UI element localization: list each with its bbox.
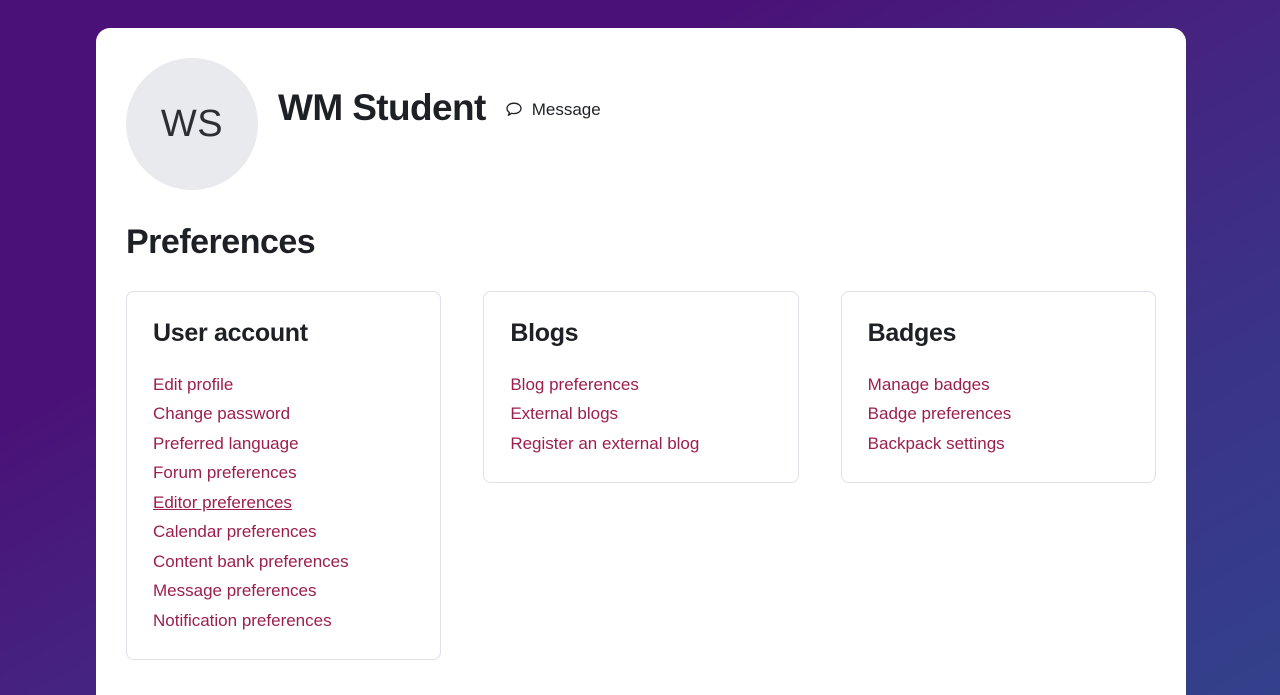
page-panel: WS WM Student Message Preferences User a… bbox=[96, 28, 1186, 695]
card-title: User account bbox=[153, 318, 308, 347]
message-link[interactable]: Message bbox=[504, 96, 601, 120]
link-manage-badges[interactable]: Manage badges bbox=[868, 370, 990, 400]
list-item: Preferred language bbox=[153, 429, 414, 459]
user-header: WS WM Student Message bbox=[126, 58, 1156, 190]
list-item: Edit profile bbox=[153, 370, 414, 400]
link-forum-preferences[interactable]: Forum preferences bbox=[153, 458, 297, 488]
message-label: Message bbox=[531, 100, 601, 120]
link-edit-profile[interactable]: Edit profile bbox=[153, 370, 233, 400]
list-item: Calendar preferences bbox=[153, 517, 414, 547]
card-title: Badges bbox=[867, 318, 957, 347]
list-item: Editor preferences bbox=[153, 488, 414, 518]
link-register-external-blog[interactable]: Register an external blog bbox=[510, 429, 699, 459]
card-link-list: Manage badges Badge preferences Backpack… bbox=[868, 370, 1129, 459]
link-message-preferences[interactable]: Message preferences bbox=[153, 576, 316, 606]
list-item: Manage badges bbox=[868, 370, 1129, 400]
card-title: Blogs bbox=[510, 318, 579, 347]
link-change-password[interactable]: Change password bbox=[153, 399, 290, 429]
link-badge-preferences[interactable]: Badge preferences bbox=[868, 399, 1012, 429]
list-item: Message preferences bbox=[153, 576, 414, 606]
page-title: Preferences bbox=[126, 223, 316, 261]
preference-cards: User account Edit profile Change passwor… bbox=[126, 290, 1156, 661]
link-calendar-preferences[interactable]: Calendar preferences bbox=[153, 517, 316, 547]
card-link-list: Blog preferences External blogs Register… bbox=[510, 370, 771, 459]
list-item: External blogs bbox=[510, 399, 771, 429]
list-item: Register an external blog bbox=[510, 429, 771, 459]
list-item: Badge preferences bbox=[868, 399, 1129, 429]
avatar[interactable]: WS bbox=[126, 58, 258, 190]
list-item: Blog preferences bbox=[510, 370, 771, 400]
list-item: Notification preferences bbox=[153, 606, 414, 636]
speech-bubble-icon bbox=[504, 100, 524, 120]
user-name: WM Student bbox=[278, 87, 486, 128]
link-external-blogs[interactable]: External blogs bbox=[510, 399, 618, 429]
avatar-initials: WS bbox=[160, 102, 224, 145]
list-item: Backpack settings bbox=[868, 429, 1129, 459]
link-editor-preferences[interactable]: Editor preferences bbox=[153, 488, 292, 518]
link-content-bank-preferences[interactable]: Content bank preferences bbox=[153, 547, 349, 577]
list-item: Forum preferences bbox=[153, 458, 414, 488]
link-blog-preferences[interactable]: Blog preferences bbox=[510, 370, 639, 400]
link-backpack-settings[interactable]: Backpack settings bbox=[868, 429, 1005, 459]
list-item: Change password bbox=[153, 399, 414, 429]
card-link-list: Edit profile Change password Preferred l… bbox=[153, 370, 414, 636]
card-blogs: Blogs Blog preferences External blogs Re… bbox=[483, 290, 799, 484]
link-preferred-language[interactable]: Preferred language bbox=[153, 429, 299, 459]
card-badges: Badges Manage badges Badge preferences B… bbox=[840, 290, 1156, 484]
card-user-account: User account Edit profile Change passwor… bbox=[126, 290, 442, 661]
link-notification-preferences[interactable]: Notification preferences bbox=[153, 606, 332, 636]
list-item: Content bank preferences bbox=[153, 547, 414, 577]
